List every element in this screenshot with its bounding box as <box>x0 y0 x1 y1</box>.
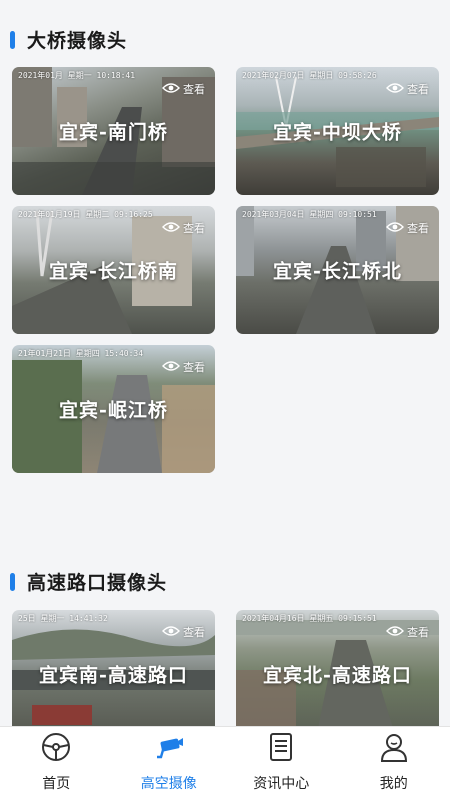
view-button[interactable]: 查看 <box>386 624 429 640</box>
camera-name: 宜宾北-高速路口 <box>263 664 412 687</box>
section-title-text: 大桥摄像头 <box>27 30 128 52</box>
section-title-bridges: 大桥摄像头 <box>10 26 127 53</box>
view-label: 查看 <box>183 83 205 96</box>
camera-timestamp: 2021年03月04日 星期四 09:10:51 <box>242 210 377 219</box>
view-label: 查看 <box>183 222 205 235</box>
camera-timestamp: 2021年02月07日 星期日 09:58:26 <box>242 71 377 80</box>
tab-label: 首页 <box>42 776 71 792</box>
view-label: 查看 <box>407 222 429 235</box>
eye-icon <box>386 625 404 640</box>
user-icon <box>378 731 410 767</box>
bottom-tab-bar: 首页 高空摄像 资讯中心 我的 <box>0 726 450 800</box>
camera-name: 宜宾-中坝大桥 <box>273 121 402 144</box>
document-icon <box>265 731 297 767</box>
camera-name: 宜宾南-高速路口 <box>39 664 188 687</box>
camera-icon <box>153 731 185 767</box>
camera-name: 宜宾-长江桥北 <box>273 260 402 283</box>
view-label: 查看 <box>407 83 429 96</box>
tab-home[interactable]: 首页 <box>0 727 113 800</box>
camera-timestamp: 25日 星期一 14:41:32 <box>18 614 108 623</box>
tab-label: 高空摄像 <box>140 776 197 792</box>
view-button[interactable]: 查看 <box>162 624 205 640</box>
view-button[interactable]: 查看 <box>386 81 429 97</box>
tab-label: 我的 <box>379 776 408 792</box>
camera-timestamp: 21年01月21日 星期四 15:40:34 <box>18 349 144 358</box>
eye-icon <box>386 221 404 236</box>
camera-card-changjiang-bridge-north[interactable]: 2021年03月04日 星期四 09:10:51 查看 宜宾-长江桥北 <box>236 206 439 334</box>
camera-name: 宜宾-南门桥 <box>59 121 168 144</box>
section-title-highway: 高速路口摄像头 <box>10 568 167 595</box>
view-label: 查看 <box>407 626 429 639</box>
view-button[interactable]: 查看 <box>162 359 205 375</box>
tab-mine[interactable]: 我的 <box>338 727 450 800</box>
camera-card-zhongba-bridge[interactable]: 2021年02月07日 星期日 09:58:26 查看 宜宾-中坝大桥 <box>236 67 439 195</box>
camera-card-changjiang-bridge-south[interactable]: 2021年01月19日 星期二 09:16:25 查看 宜宾-长江桥南 <box>12 206 215 334</box>
section-title-text: 高速路口摄像头 <box>27 572 168 594</box>
camera-timestamp: 2021年01月 星期一 10:18:41 <box>18 71 136 80</box>
camera-timestamp: 2021年04月16日 星期五 09:15:51 <box>242 614 377 623</box>
view-label: 查看 <box>183 361 205 374</box>
steering-wheel-icon <box>40 731 72 767</box>
camera-name: 宜宾-长江桥南 <box>49 260 178 283</box>
camera-name: 宜宾-岷江桥 <box>59 399 168 422</box>
camera-card-minjiang-bridge[interactable]: 21年01月21日 星期四 15:40:34 查看 宜宾-岷江桥 <box>12 345 215 473</box>
camera-timestamp: 2021年01月19日 星期二 09:16:25 <box>18 210 153 219</box>
view-label: 查看 <box>183 626 205 639</box>
section-accent-bar <box>10 572 15 591</box>
eye-icon <box>162 360 180 375</box>
eye-icon <box>162 625 180 640</box>
tab-label: 资讯中心 <box>253 776 310 792</box>
tab-aerial-camera[interactable]: 高空摄像 <box>113 727 226 800</box>
camera-card-yibin-north-highway[interactable]: 2021年04月16日 星期五 09:15:51 查看 宜宾北-高速路口 <box>236 610 439 738</box>
view-button[interactable]: 查看 <box>162 81 205 97</box>
tab-news-center[interactable]: 资讯中心 <box>225 727 338 800</box>
view-button[interactable]: 查看 <box>162 220 205 236</box>
camera-card-yibin-south-highway[interactable]: 25日 星期一 14:41:32 查看 宜宾南-高速路口 <box>12 610 215 738</box>
camera-card-nanmen-bridge[interactable]: 2021年01月 星期一 10:18:41 查看 宜宾-南门桥 <box>12 67 215 195</box>
section-accent-bar <box>10 30 15 49</box>
view-button[interactable]: 查看 <box>386 220 429 236</box>
eye-icon <box>162 82 180 97</box>
eye-icon <box>162 221 180 236</box>
eye-icon <box>386 82 404 97</box>
